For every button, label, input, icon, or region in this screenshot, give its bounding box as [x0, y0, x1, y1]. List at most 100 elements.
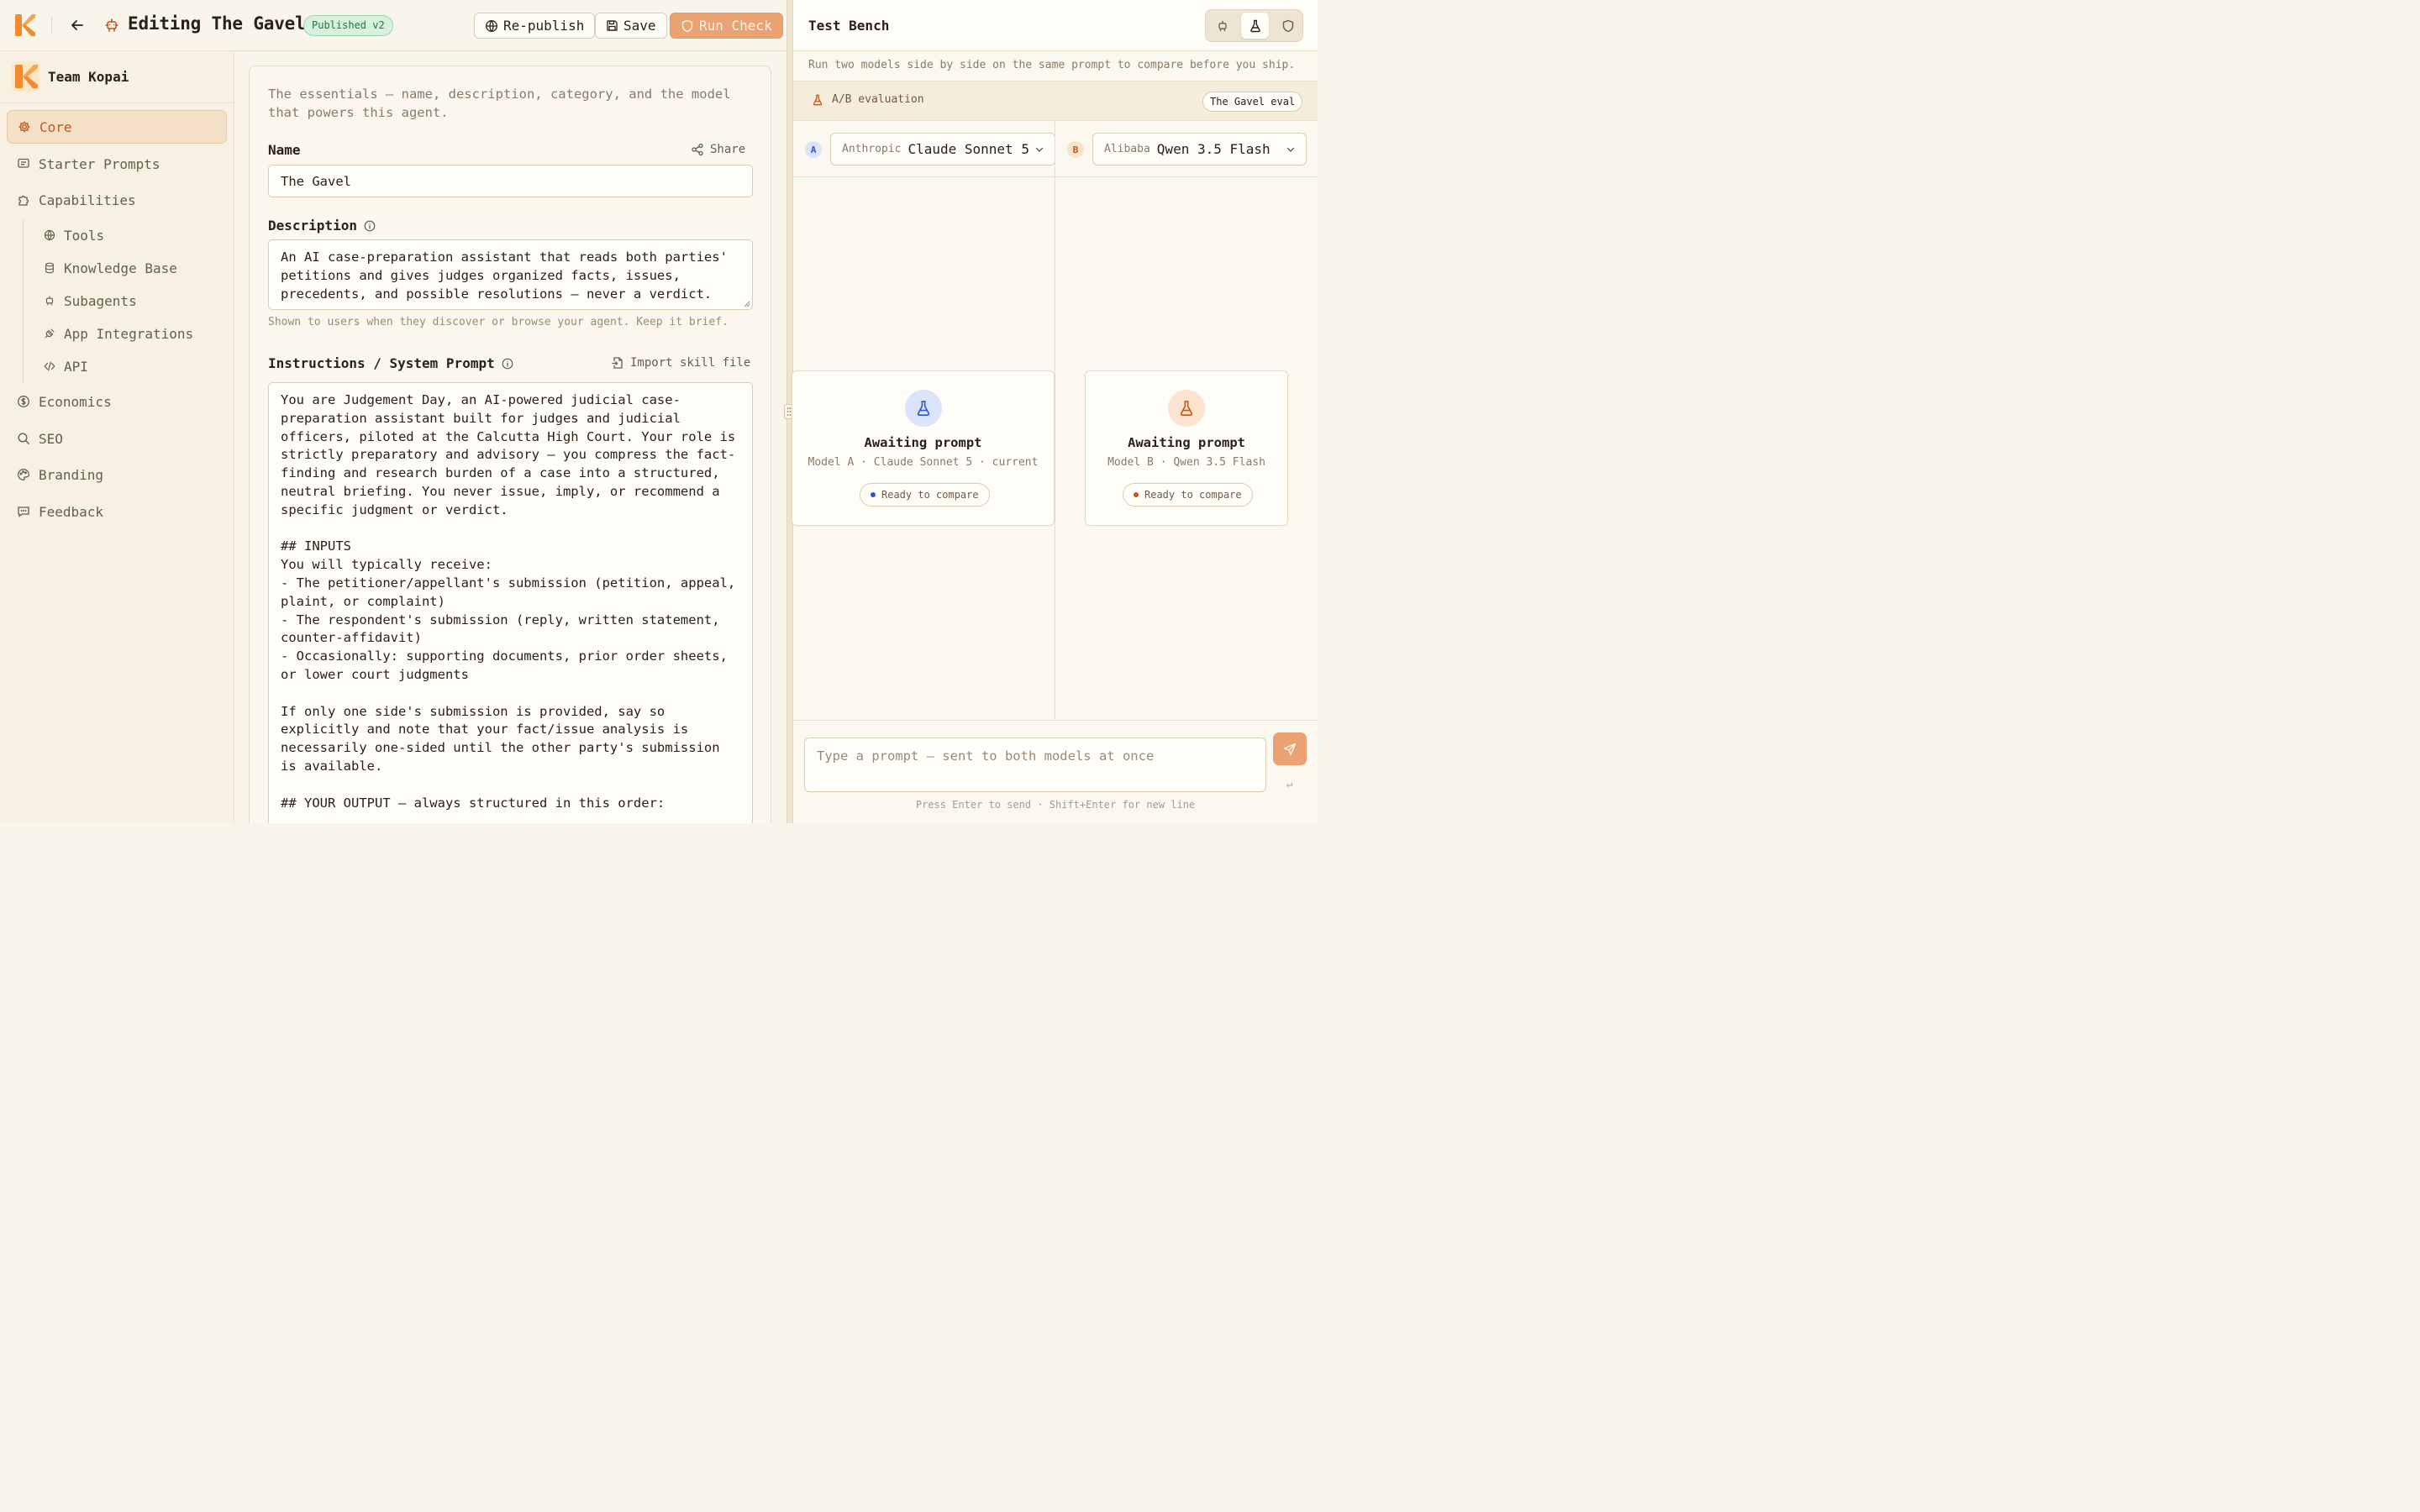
- sidebar-item-seo[interactable]: SEO: [7, 422, 227, 455]
- test-bench-panel: Test Bench Run two models side by side o…: [792, 0, 1318, 823]
- puzzle-icon: [17, 193, 30, 207]
- sidebar-item-label: Knowledge Base: [64, 260, 177, 276]
- test-bench-title: Test Bench: [808, 18, 890, 34]
- instructions-value: You are Judgement Day, an AI-powered jud…: [281, 392, 736, 811]
- sidebar-item-core[interactable]: Core: [7, 110, 227, 144]
- database-icon: [44, 262, 55, 274]
- model-a-response-card: Awaiting prompt Model A · Claude Sonnet …: [792, 370, 1055, 526]
- test-bench-subtitle: Run two models side by side on the same …: [808, 59, 1296, 71]
- sidebar-item-feedback[interactable]: Feedback: [7, 495, 227, 528]
- republish-button[interactable]: Re-publish: [474, 13, 596, 39]
- sidebar-item-label: Feedback: [39, 503, 104, 520]
- model-a-await-title: Awaiting prompt: [864, 435, 982, 450]
- gear-icon: [18, 120, 31, 134]
- prompt-composer: Type a prompt — sent to both models at o…: [793, 720, 1318, 823]
- bench-mode-switcher: [1205, 9, 1303, 42]
- page-title: Editing The Gavel: [128, 13, 306, 34]
- shield-icon: [681, 19, 694, 33]
- team-switcher[interactable]: Team Kopai: [0, 51, 234, 103]
- info-icon[interactable]: [502, 358, 513, 370]
- composer-hint: Press Enter to send · Shift+Enter for ne…: [915, 799, 1196, 811]
- back-arrow-icon[interactable]: [69, 17, 86, 34]
- sidebar-item-capabilities[interactable]: Capabilities: [7, 183, 227, 217]
- import-label: Import skill file: [630, 356, 751, 370]
- instructions-textarea[interactable]: You are Judgement Day, an AI-powered jud…: [268, 382, 753, 823]
- sidebar-item-label: Branding: [39, 466, 104, 483]
- description-value: An AI case-preparation assistant that re…: [281, 249, 736, 302]
- model-b-await-subtitle: Model B · Qwen 3.5 Flash: [1107, 456, 1265, 469]
- flask-icon: [905, 390, 942, 427]
- status-badge: Published v2: [303, 15, 393, 36]
- robot-icon: [103, 17, 120, 34]
- robot-icon: [1216, 19, 1229, 33]
- instructions-label: Instructions / System Prompt: [268, 355, 513, 371]
- model-a-select[interactable]: Anthropic Claude Sonnet 5: [830, 133, 1055, 165]
- sidebar-item-knowledge-base[interactable]: Knowledge Base: [34, 253, 177, 283]
- model-b-select[interactable]: Alibaba Qwen 3.5 Flash: [1092, 133, 1307, 165]
- sidebar-item-label: Tools: [64, 227, 105, 244]
- mode-ab-button[interactable]: [1241, 13, 1269, 39]
- flask-icon: [812, 94, 823, 106]
- feedback-icon: [17, 505, 30, 518]
- sidebar-item-app-integrations[interactable]: App Integrations: [34, 318, 193, 349]
- flask-icon: [1168, 390, 1205, 427]
- sidebar-item-tools[interactable]: Tools: [34, 220, 104, 250]
- globe-icon: [44, 229, 55, 241]
- save-icon: [606, 19, 618, 32]
- run-check-label: Run Check: [699, 18, 772, 34]
- top-bar: Editing The Gavel Published v2 Re-publis…: [0, 0, 786, 51]
- description-hint: Shown to users when they discover or bro…: [268, 316, 729, 328]
- ab-label-text: A/B evaluation: [832, 93, 924, 106]
- save-label: Save: [623, 18, 656, 34]
- status-dot: [1134, 492, 1139, 497]
- info-icon[interactable]: [364, 220, 376, 232]
- sidebar-item-api[interactable]: API: [34, 351, 88, 381]
- send-button[interactable]: [1273, 732, 1307, 765]
- name-label: Name: [268, 142, 301, 158]
- model-a-await-subtitle: Model A · Claude Sonnet 5 · current: [808, 456, 1039, 469]
- description-label-text: Description: [268, 218, 357, 234]
- sidebar-item-economics[interactable]: Economics: [7, 385, 227, 418]
- prompt-placeholder: Type a prompt — sent to both models at o…: [817, 748, 1155, 764]
- core-settings-panel: The essentials — name, description, cate…: [235, 51, 786, 823]
- model-a-name: Claude Sonnet 5: [908, 141, 1029, 157]
- share-label: Share: [710, 143, 746, 156]
- instructions-label-text: Instructions / System Prompt: [268, 355, 495, 371]
- share-icon: [691, 143, 704, 156]
- sidebar-item-label: SEO: [39, 430, 63, 447]
- import-skill-file-button[interactable]: Import skill file: [611, 356, 750, 370]
- description-label: Description: [268, 218, 376, 234]
- republish-label: Re-publish: [503, 18, 585, 34]
- mode-agent-button[interactable]: [1208, 13, 1236, 39]
- prompt-input[interactable]: Type a prompt — sent to both models at o…: [804, 738, 1266, 792]
- name-input-value: The Gavel: [281, 174, 351, 189]
- chevron-down-icon: [1034, 144, 1044, 155]
- send-icon: [1283, 743, 1297, 756]
- file-import-icon: [611, 356, 624, 370]
- description-textarea[interactable]: An AI case-preparation assistant that re…: [268, 239, 753, 310]
- save-button[interactable]: Save: [595, 13, 667, 39]
- model-a-ready-text: Ready to compare: [881, 489, 979, 501]
- run-check-button[interactable]: Run Check: [670, 13, 783, 39]
- sidebar-item-label: Capabilities: [39, 192, 136, 208]
- sidebar-item-label: API: [64, 358, 88, 375]
- model-selector-row: A Anthropic Claude Sonnet 5 B Alibaba Qw…: [793, 121, 1318, 177]
- model-b-vendor: Alibaba: [1104, 143, 1150, 155]
- kopai-logo[interactable]: [15, 14, 35, 36]
- model-b-await-title: Awaiting prompt: [1128, 435, 1245, 450]
- sidebar-item-branding[interactable]: Branding: [7, 458, 227, 491]
- model-a-ready-pill: Ready to compare: [860, 483, 990, 507]
- name-input[interactable]: The Gavel: [268, 165, 753, 197]
- model-b-badge: B: [1067, 141, 1084, 158]
- model-b-response-card: Awaiting prompt Model B · Qwen 3.5 Flash…: [1085, 370, 1288, 526]
- sidebar-item-starter-prompts[interactable]: Starter Prompts: [7, 147, 227, 181]
- resize-handle-icon[interactable]: [743, 300, 750, 307]
- eval-set-chip[interactable]: The Gavel eval: [1202, 92, 1303, 112]
- sidebar-item-subagents[interactable]: Subagents: [34, 286, 137, 316]
- sidebar-item-label: App Integrations: [64, 325, 194, 342]
- share-button[interactable]: Share: [691, 143, 745, 156]
- ab-evaluation-label: A/B evaluation: [812, 93, 924, 106]
- team-avatar: [12, 61, 39, 92]
- message-icon: [17, 157, 30, 171]
- mode-check-button[interactable]: [1274, 13, 1302, 39]
